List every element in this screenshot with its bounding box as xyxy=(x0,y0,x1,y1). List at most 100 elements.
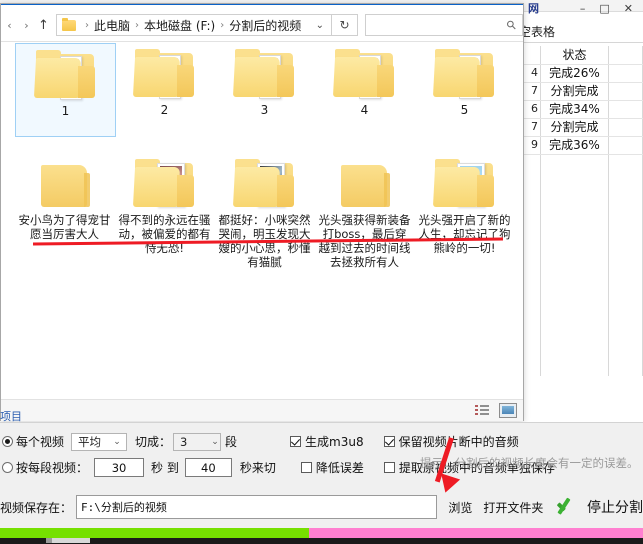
item-label: 5 xyxy=(460,103,469,117)
maximize-icon[interactable]: □ xyxy=(599,3,609,14)
radio-per-video-label: 每个视频 xyxy=(16,435,65,449)
status-cell: 完成36% xyxy=(549,138,600,152)
item-label: 安小鸟为了得宠甘愿当厉害大人 xyxy=(18,213,111,241)
forward-button[interactable]: › xyxy=(18,12,35,38)
segments-value: 3 xyxy=(180,434,188,449)
open-folder-button[interactable]: 打开文件夹 xyxy=(483,499,543,516)
breadcrumb-drive[interactable]: 本地磁盘 (F:) xyxy=(144,17,215,34)
status-cell: 完成34% xyxy=(549,102,600,116)
save-location-label: 视频保存在： xyxy=(0,500,73,515)
folder-with-photo-icon xyxy=(132,159,197,211)
navigation-pane-clipped[interactable] xyxy=(1,48,10,398)
back-button[interactable]: ‹ xyxy=(1,12,18,38)
cut-into-label: 切成： xyxy=(135,435,172,449)
table-row[interactable]: 7 分割完成 xyxy=(516,118,643,137)
checkbox-reduce-error[interactable] xyxy=(300,462,312,473)
list-item[interactable]: 1 xyxy=(15,43,116,137)
stop-split-button[interactable]: 停止分割 xyxy=(587,497,643,517)
seconds-cut-label: 秒来切 xyxy=(239,461,276,475)
empty-folder-icon xyxy=(33,159,97,211)
folder-with-documents-icon xyxy=(232,49,297,101)
list-item[interactable]: 5 xyxy=(415,43,513,117)
list-item[interactable]: 安小鸟为了得宠甘愿当厉害大人 xyxy=(15,153,114,241)
breadcrumb-this-pc[interactable]: 此电脑 xyxy=(94,17,130,34)
radio-by-segment[interactable] xyxy=(2,462,13,473)
item-label: 得不到的永远在骚动，被偏爱的都有恃无恐! xyxy=(118,213,211,255)
minimize-icon[interactable]: – xyxy=(580,3,586,14)
status-cell: 分割完成 xyxy=(550,84,599,98)
file-list-view[interactable]: 1 2 3 4 5 安小鸟为了得宠甘愿当厉害大人 得不到的永远在骚动，被偏爱的都… xyxy=(10,43,513,398)
folder-with-documents-icon xyxy=(33,50,98,102)
file-row-2: 安小鸟为了得宠甘愿当厉害大人 得不到的永远在骚动，被偏爱的都有恃无恐! 都挺好：… xyxy=(10,153,513,301)
segments-select[interactable]: 3 ⌄ xyxy=(173,432,222,451)
project-tab-label[interactable]: 项目 xyxy=(0,408,22,424)
checkbox-keep-audio[interactable] xyxy=(383,436,395,447)
table-header-row: 状态 xyxy=(516,46,643,65)
refresh-button[interactable]: ↻ xyxy=(332,14,358,36)
taskbar-item[interactable] xyxy=(52,538,90,543)
item-label: 2 xyxy=(160,103,169,117)
view-mode-toggle[interactable] xyxy=(473,402,517,418)
segment-from-input[interactable]: 30 xyxy=(94,458,145,477)
status-cell: 分割完成 xyxy=(550,120,599,134)
checkbox-reduce-error-label: 降低误差 xyxy=(315,461,364,475)
up-button[interactable]: ↑ xyxy=(35,12,52,38)
explorer-navigation-bar[interactable]: ‹ › ↑ › 此电脑 › 本地磁盘 (F:) › 分割后的视频 ⌄ ↻ ⚲ xyxy=(1,10,523,40)
chevron-down-icon[interactable]: ⌄ xyxy=(309,20,331,31)
search-input[interactable]: ⚲ xyxy=(365,14,523,36)
explorer-status-bar xyxy=(1,399,523,421)
progress-bar-fill xyxy=(0,528,309,538)
folder-with-photo-icon xyxy=(232,159,297,211)
table-row[interactable]: 6 完成34% xyxy=(516,100,643,119)
average-mode-value: 平均 xyxy=(78,434,102,449)
breadcrumb-separator: › xyxy=(135,19,140,31)
list-item[interactable]: 得不到的永远在骚动，被偏爱的都有恃无恐! xyxy=(115,153,214,255)
explorer-accent-bar xyxy=(1,4,523,5)
checkbox-extract-audio[interactable] xyxy=(383,462,395,473)
progress-bar xyxy=(0,528,643,538)
segment-to-input[interactable]: 40 xyxy=(184,458,232,477)
file-explorer-window[interactable]: ‹ › ↑ › 此电脑 › 本地磁盘 (F:) › 分割后的视频 ⌄ ↻ ⚲ 1… xyxy=(0,3,524,421)
breadcrumb-separator: › xyxy=(220,19,225,31)
chevron-down-icon: ⌄ xyxy=(113,436,121,447)
address-bar[interactable]: › 此电脑 › 本地磁盘 (F:) › 分割后的视频 ⌄ xyxy=(56,14,332,36)
average-mode-select[interactable]: 平均 ⌄ xyxy=(71,432,128,451)
list-item[interactable]: 都挺好：小咪突然哭闹，明玉发现大嫂的小心思，秒懂有猫腻 xyxy=(215,153,314,269)
taskbar xyxy=(0,538,643,544)
list-item[interactable]: 3 xyxy=(215,43,314,117)
table-row[interactable]: 4 完成26% xyxy=(516,64,643,83)
checkbox-generate-m3u8[interactable] xyxy=(290,436,302,447)
item-label: 1 xyxy=(61,104,70,118)
status-cell: 完成26% xyxy=(549,66,600,80)
explorer-separator xyxy=(1,41,523,42)
video-splitter-panel: 项目 每个视频 平均 ⌄ 切成： 3 ⌄ 段 生成m3u8 保留视频片断中的音频 xyxy=(0,410,643,544)
list-item[interactable]: 4 xyxy=(315,43,414,117)
folder-with-documents-icon xyxy=(432,49,497,101)
table-row[interactable]: 7 分割完成 xyxy=(516,82,643,101)
radio-per-video[interactable] xyxy=(2,436,13,447)
chevron-down-icon: ⌄ xyxy=(211,436,219,447)
breadcrumb-current-folder[interactable]: 分割后的视频 xyxy=(229,17,301,34)
browse-button[interactable]: 浏览 xyxy=(448,499,472,516)
search-icon: ⚲ xyxy=(503,16,520,34)
list-item[interactable]: 光头强获得新装备打boss，最后穿越到过去的时间线去拯救所有人 xyxy=(315,153,414,269)
window-controls[interactable]: – □ ✕ xyxy=(523,0,641,16)
spreadsheet-grid[interactable]: 状态 4 完成26% 7 分割完成 6 完成34% 7 分割完成 9 完成36% xyxy=(516,46,643,376)
item-label: 光头强开启了新的人生，却忘记了狗熊岭的一切! xyxy=(418,213,511,255)
save-path-input[interactable]: F:\分割后的视频 xyxy=(76,495,438,519)
red-arrow-annotation xyxy=(425,432,485,496)
folder-with-documents-icon xyxy=(332,49,397,101)
empty-folder-icon xyxy=(333,159,397,211)
folder-with-documents-icon xyxy=(132,49,197,101)
close-icon[interactable]: ✕ xyxy=(624,3,633,14)
table-row[interactable]: 9 完成36% xyxy=(516,136,643,155)
list-item[interactable]: 2 xyxy=(115,43,214,117)
radio-by-segment-label: 按每段视频： xyxy=(16,461,89,475)
item-label: 4 xyxy=(360,103,369,117)
list-view-icon[interactable] xyxy=(473,402,492,418)
tile-view-icon[interactable] xyxy=(498,402,517,418)
folder-icon xyxy=(62,17,76,31)
breadcrumb-separator: › xyxy=(85,19,89,31)
seconds-to-label: 秒 到 xyxy=(151,461,179,475)
checkbox-generate-m3u8-label: 生成m3u8 xyxy=(305,435,364,449)
